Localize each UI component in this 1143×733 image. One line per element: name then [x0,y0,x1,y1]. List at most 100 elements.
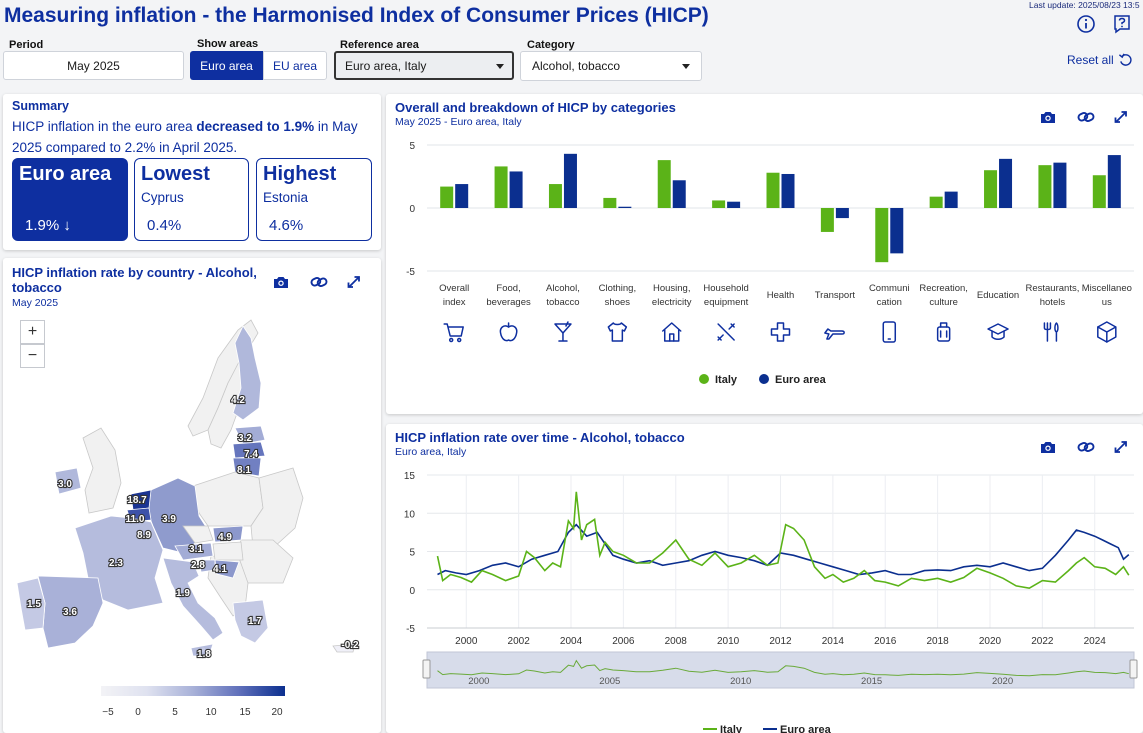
timeseries-title-category: Alcohol, tobacco [579,430,685,445]
category-label: Communi [869,283,910,294]
card-value: 0.4% [147,217,182,234]
bar-euro-area [781,173,795,208]
box-icon-part [1097,326,1117,343]
map-label: 1.9 [176,588,190,599]
map-label: 8.1 [237,465,251,476]
suitcase-icon [936,322,951,342]
last-update: Last update: 2025/08/23 13:5 [1029,0,1140,10]
y-tick-label: 0 [409,586,415,597]
x-tick-label: 2016 [874,636,897,647]
reset-all-label: Reset all [1067,52,1114,67]
eu-area-button[interactable]: EU area [263,51,327,80]
navigator-handle [422,659,431,679]
map-label: 3.6 [63,607,77,618]
x-tick-label: 2018 [926,636,949,647]
legend-tick: −5 [102,707,114,718]
camera-icon[interactable] [1039,109,1057,125]
bar-italy [440,186,454,208]
legend-marker [699,374,709,384]
card-value-text: 1.9% [25,217,60,234]
summary-text: HICP inflation in the euro area decrease… [12,116,372,158]
x-tick-label: 2012 [769,636,792,647]
cart-icon-part [448,337,454,343]
categories-title-pre: Overall and breakdown of HICP [395,100,592,115]
apple-icon-part [499,325,518,342]
euro-area-button[interactable]: Euro area [190,51,263,80]
category-label: electricity [652,297,692,308]
cart-icon-part [443,323,464,337]
map-label: 3.0 [58,479,72,490]
cart-icon [443,323,464,343]
reference-area-select[interactable]: Euro area, Italy [334,51,514,80]
lowest-card: Lowest Cyprus 0.4% [134,158,249,241]
house-icon [661,322,682,342]
show-areas-label: Show areas [197,38,259,50]
x-tick-label: 2022 [1031,636,1054,647]
expand-icon[interactable] [1112,109,1130,125]
cocktail-icon-part [558,332,568,342]
category-label: index [443,297,466,308]
legend-tick: 20 [271,707,283,718]
bar-italy [875,208,889,263]
x-tick-label: 2006 [612,636,635,647]
bar-euro-area [835,208,849,219]
bar-euro-area [618,206,632,208]
map-region-poland [192,471,264,527]
navigator-label: 2000 [468,676,489,687]
timeseries-title: HICP inflation rate over time - Alcohol,… [395,430,685,445]
x-tick-label: 2014 [822,636,845,647]
category-label: Education [977,290,1019,301]
category-label: equipment [704,297,749,308]
category-label: cation [877,297,902,308]
chevron-down-icon [682,64,690,69]
help-icon[interactable] [1112,14,1132,34]
x-tick-label: 2020 [979,636,1002,647]
bar-euro-area [727,201,741,208]
category-label: Category [527,39,575,51]
category-select[interactable]: Alcohol, tobacco [520,51,702,81]
expand-icon[interactable] [1112,439,1130,455]
bar-euro-area [944,191,958,208]
bar-italy [1038,165,1052,208]
categories-title-bold: by categories [591,100,676,115]
map-region-hungary [212,541,244,561]
legend-tick: 0 [135,707,141,718]
category-label: Miscellaneo [1082,283,1132,294]
bar-italy [603,197,617,208]
summary-text-pre: HICP inflation in the euro area [12,119,197,134]
legend-tick: 10 [205,707,217,718]
map-label: 2.3 [109,558,123,569]
tools-icon [717,323,735,341]
categories-title: Overall and breakdown of HICP by categor… [395,100,676,115]
cocktail-icon [554,321,572,342]
category-label: Overall [439,283,469,294]
x-tick-label: 2004 [560,636,583,647]
link-icon[interactable] [1077,439,1095,455]
y-tick-label: 15 [404,471,416,482]
category-value: Alcohol, tobacco [532,59,621,73]
cocktail-icon-part [554,323,572,334]
category-label: Transport [815,290,856,301]
camera-icon[interactable] [1039,439,1057,455]
map-label: 18.7 [127,495,147,506]
navigator-label: 2020 [992,676,1013,687]
map-legend-gradient [101,686,285,696]
card-heading: Highest [263,163,337,185]
apple-icon [499,322,518,342]
bar-euro-area [1107,155,1121,208]
category-label: Restaurants, [1025,283,1079,294]
bar-euro-area [509,171,523,208]
period-select[interactable]: May 2025 [3,51,184,80]
shirt-icon [607,322,628,342]
reset-all-button[interactable]: Reset all [1067,52,1133,67]
x-tick-label: 2024 [1084,636,1107,647]
cross-icon-part [770,322,791,342]
dashboard: Measuring inflation - the Harmonised Ind… [0,0,1143,733]
info-icon[interactable] [1076,14,1096,34]
category-label: hotels [1040,297,1066,308]
y-tick-label: 0 [409,204,415,215]
category-label: Household [703,283,748,294]
category-label: Clothing, [599,283,637,294]
reference-area-label: Reference area [340,39,419,51]
link-icon[interactable] [1077,109,1095,125]
